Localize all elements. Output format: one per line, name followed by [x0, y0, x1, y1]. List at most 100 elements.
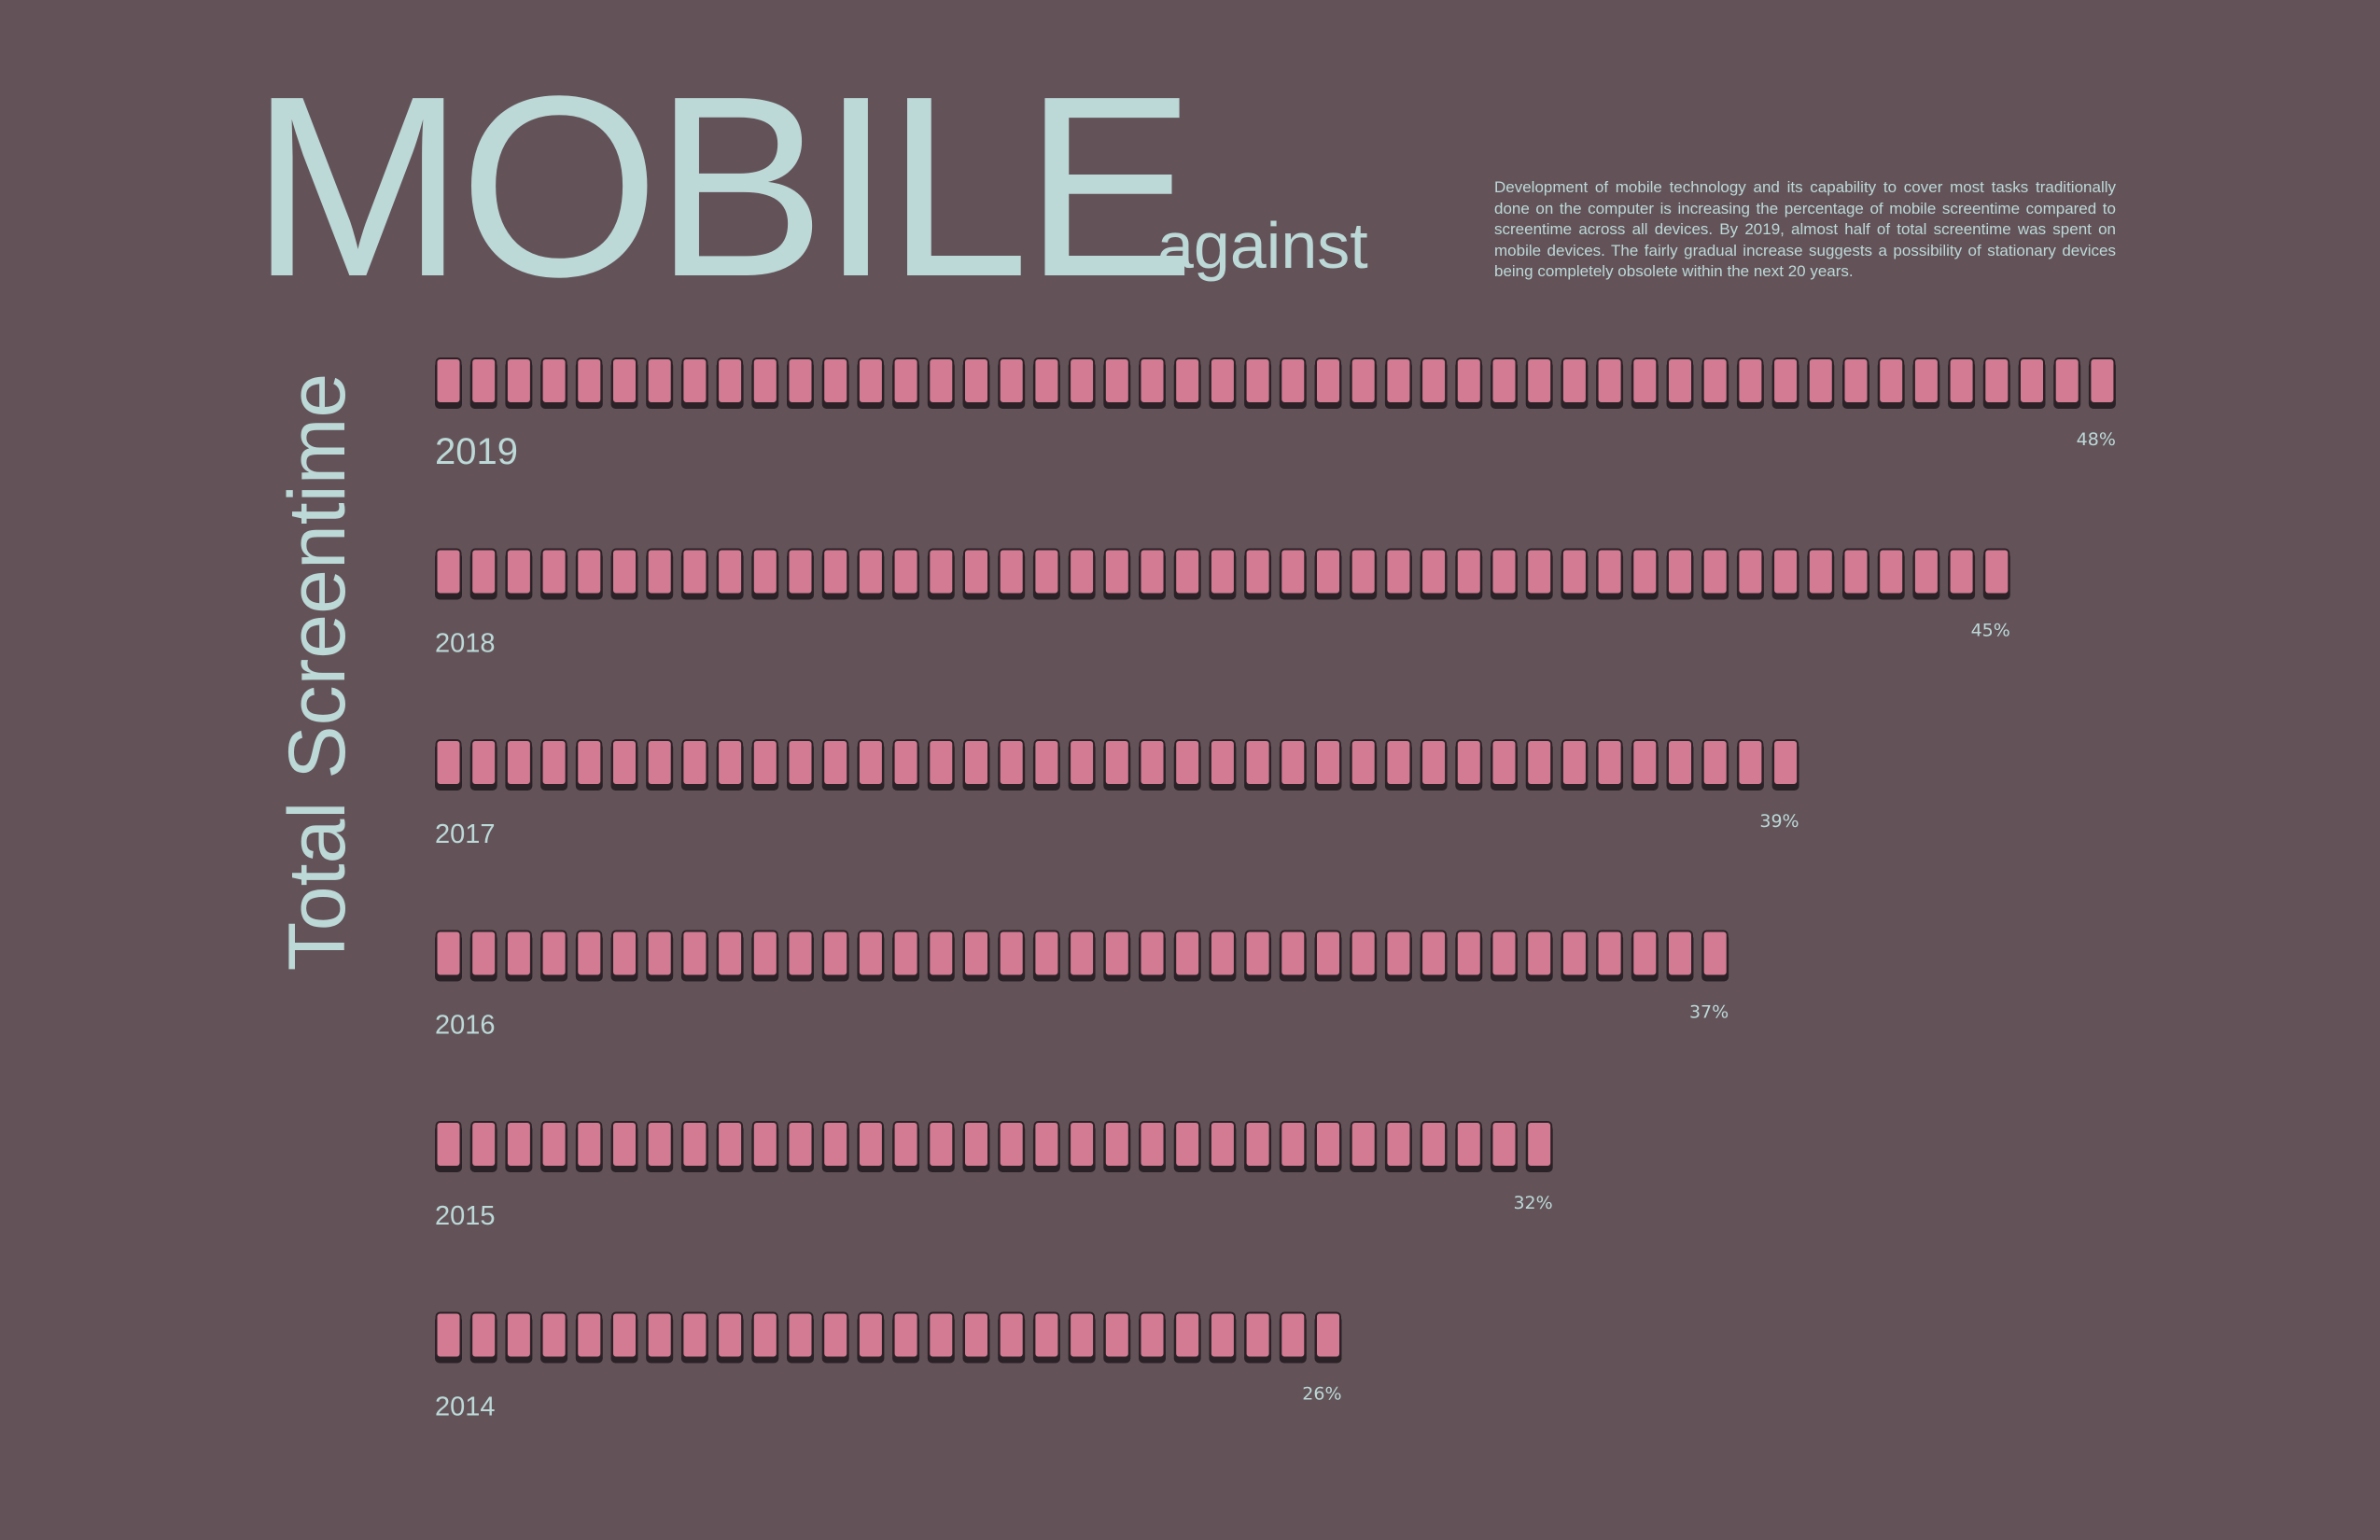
phone-icon	[857, 930, 884, 977]
phone-icon	[1667, 548, 1693, 595]
phone-icon	[1421, 357, 1448, 404]
phone-icon	[1350, 548, 1377, 595]
phone-icon	[611, 1121, 637, 1168]
phone-icon	[1139, 1311, 1166, 1359]
phone-icon	[1280, 1311, 1307, 1359]
phone-icon	[1103, 1311, 1130, 1359]
phone-icon	[646, 1121, 673, 1168]
phone-icon	[1807, 357, 1834, 404]
phone-icon	[681, 357, 708, 404]
phone-icon	[435, 739, 462, 786]
phone-icon	[540, 548, 567, 595]
phone-icon	[435, 1121, 462, 1168]
phone-icon	[1350, 739, 1377, 786]
phone-icon	[1667, 357, 1693, 404]
phone-icon	[2053, 357, 2080, 404]
phone-icon	[505, 1311, 532, 1359]
phone-icon	[435, 548, 462, 595]
phone-icon	[1139, 739, 1166, 786]
phone-bar-chart: 2019 48%2018 45%2017 39%2016 37%2015 32%2014 2…	[435, 357, 2116, 1422]
phone-icon	[1631, 930, 1659, 977]
phone-icon	[1526, 357, 1553, 404]
phone-icon	[822, 548, 849, 595]
phone-icon	[1244, 1121, 1271, 1168]
phone-icon	[963, 357, 989, 404]
phone-icon	[1912, 357, 1939, 404]
value-label-2014: 26%	[1302, 1384, 1341, 1405]
phone-icon	[611, 548, 637, 595]
phone-icon	[470, 548, 497, 595]
phone-icon	[470, 1121, 497, 1168]
phone-icon	[1209, 930, 1236, 977]
phone-icon	[1983, 548, 2010, 595]
phone-icon	[1139, 930, 1166, 977]
phone-icon	[1385, 930, 1412, 977]
phone-icon	[751, 1121, 778, 1168]
bar-row-2018: 2018 45%	[435, 548, 2010, 659]
phone-icon	[505, 548, 532, 595]
phone-icon	[1139, 1121, 1166, 1168]
phone-icon	[1526, 930, 1553, 977]
phone-icon	[1421, 930, 1448, 977]
phone-icon	[822, 1311, 849, 1359]
phone-icon	[1455, 1121, 1482, 1168]
phone-icon	[717, 739, 744, 786]
phone-icon	[1701, 739, 1729, 786]
phone-icon	[751, 930, 778, 977]
phone-icon	[1315, 548, 1341, 595]
phone-icon	[1561, 930, 1588, 977]
phone-icon	[1491, 1121, 1518, 1168]
phone-icon	[681, 1311, 708, 1359]
phone-icon	[1103, 1121, 1130, 1168]
phone-icon	[751, 548, 778, 595]
bar-row-2017: 2017 39%	[435, 739, 1799, 849]
year-label-2014: 2014	[435, 1393, 496, 1422]
phone-icon	[1455, 357, 1482, 404]
phone-icon	[576, 1121, 603, 1168]
phone-icon	[2019, 357, 2045, 404]
phone-icon	[1209, 548, 1236, 595]
phone-icon	[435, 357, 462, 404]
phone-icon	[1878, 357, 1905, 404]
phone-icon	[787, 548, 814, 595]
phone-icon	[717, 548, 744, 595]
phone-icon	[1807, 548, 1834, 595]
phone-icon	[1139, 548, 1166, 595]
phone-icon	[470, 930, 497, 977]
phone-icon	[892, 930, 919, 977]
phone-icon	[1631, 548, 1659, 595]
phone-icon	[998, 739, 1025, 786]
phone-icon	[1596, 548, 1623, 595]
year-label-2015: 2015	[435, 1201, 496, 1231]
phone-icon	[681, 930, 708, 977]
phone-icon	[1842, 548, 1869, 595]
phone-icon	[1596, 357, 1623, 404]
phone-icon	[998, 1121, 1025, 1168]
phone-icon	[435, 1311, 462, 1359]
year-label-2017: 2017	[435, 819, 496, 849]
phone-icon	[998, 930, 1025, 977]
phone-icon	[963, 548, 989, 595]
phone-icon	[1103, 930, 1130, 977]
phone-icon	[928, 548, 955, 595]
phone-icon	[1174, 357, 1201, 404]
phone-icon	[1737, 739, 1764, 786]
phone-icon	[646, 739, 673, 786]
phone-icon	[963, 1311, 989, 1359]
phone-icon	[1033, 739, 1060, 786]
phone-icon	[611, 930, 637, 977]
phone-icon	[681, 739, 708, 786]
phone-icon	[1631, 739, 1659, 786]
phone-icon	[2089, 357, 2116, 404]
phone-icon	[963, 930, 989, 977]
phone-icon	[1385, 548, 1412, 595]
phone-icon	[540, 930, 567, 977]
phone-icon	[505, 739, 532, 786]
phone-icon	[1069, 1121, 1096, 1168]
phone-icon	[646, 548, 673, 595]
phone-icon	[576, 357, 603, 404]
phone-icon	[1455, 739, 1482, 786]
phone-icon	[576, 930, 603, 977]
phone-icon	[1033, 1311, 1060, 1359]
phone-icon	[1033, 1121, 1060, 1168]
